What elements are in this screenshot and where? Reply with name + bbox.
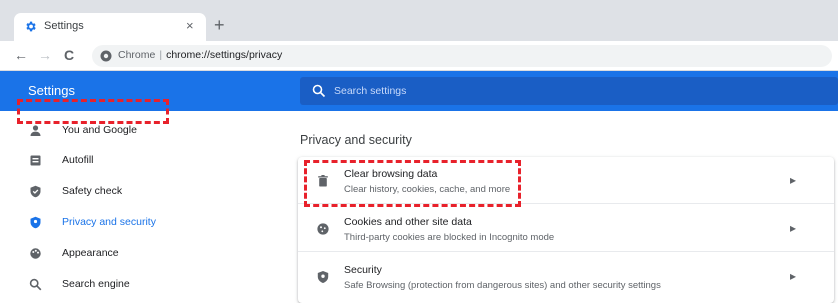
forward-icon[interactable]: → — [38, 47, 52, 63]
search-input[interactable]: Search settings — [300, 77, 838, 105]
new-tab-button[interactable]: + — [214, 15, 225, 35]
highlight-annotation — [304, 160, 521, 207]
chrome-icon — [100, 50, 112, 62]
section-title: Privacy and security — [300, 133, 412, 147]
row-subtitle: Third-party cookies are blocked in Incog… — [344, 232, 555, 243]
search-placeholder: Search settings — [334, 85, 407, 97]
sidebar-item-autofill[interactable]: Autofill — [0, 146, 180, 176]
chevron-right-icon: ▸ — [789, 173, 796, 187]
security-shield-icon — [317, 271, 329, 283]
shield-icon — [30, 216, 41, 229]
sidebar-item-label: You and Google — [62, 124, 137, 136]
sidebar-item-privacy-and-security[interactable]: Privacy and security — [0, 208, 180, 238]
row-subtitle: Safe Browsing (protection from dangerous… — [344, 280, 661, 291]
person-icon — [30, 125, 41, 136]
url-path: chrome://settings/privacy — [166, 49, 283, 61]
cookie-icon — [317, 223, 329, 235]
tab-strip: Settings × + — [0, 0, 838, 41]
address-text: Chrome | chrome://settings/privacy — [118, 49, 282, 61]
chevron-right-icon: ▸ — [789, 269, 796, 283]
sidebar: You and Google Autofill Safety check Pri… — [0, 111, 290, 303]
tab-settings[interactable]: Settings × — [14, 13, 206, 41]
palette-icon — [30, 248, 41, 259]
gear-icon — [26, 21, 36, 32]
sidebar-item-label: Appearance — [62, 247, 119, 259]
search-icon — [29, 278, 42, 291]
row-cookies[interactable]: Cookies and other site data Third-party … — [298, 205, 834, 252]
browser-toolbar: ← → C Chrome | chrome://settings/privacy — [0, 41, 838, 71]
url-separator: | — [159, 49, 163, 61]
sidebar-item-label: Search engine — [62, 278, 130, 290]
sidebar-item-label: Safety check — [62, 185, 123, 197]
chevron-right-icon: ▸ — [789, 221, 796, 235]
sidebar-item-safety-check[interactable]: Safety check — [0, 177, 180, 207]
shield-check-icon — [30, 185, 41, 198]
autofill-icon — [30, 155, 41, 166]
close-icon[interactable]: × — [186, 18, 194, 33]
row-security[interactable]: Security Safe Browsing (protection from … — [298, 253, 834, 300]
page-title: Settings — [28, 83, 75, 98]
sidebar-item-appearance[interactable]: Appearance — [0, 239, 180, 269]
address-bar[interactable]: Chrome | chrome://settings/privacy — [92, 45, 832, 67]
url-origin: Chrome — [118, 49, 156, 61]
sidebar-item-label: Privacy and security — [62, 216, 156, 228]
row-title: Cookies and other site data — [344, 216, 472, 228]
row-title: Security — [344, 264, 382, 276]
sidebar-item-search-engine[interactable]: Search engine — [0, 270, 180, 300]
reload-icon[interactable]: C — [64, 47, 74, 63]
sidebar-item-label: Autofill — [62, 154, 94, 166]
highlight-annotation — [17, 99, 169, 124]
back-icon[interactable]: ← — [14, 47, 28, 63]
tab-title: Settings — [44, 20, 84, 32]
search-icon — [312, 84, 326, 98]
